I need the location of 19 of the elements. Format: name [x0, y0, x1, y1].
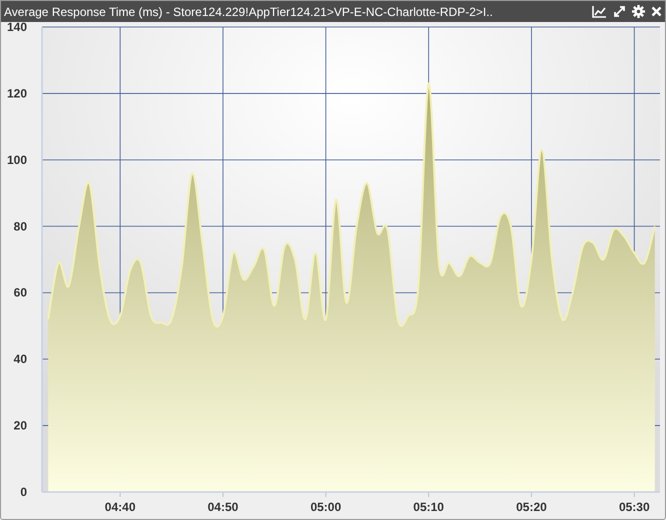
y-tick-label: 120	[6, 86, 27, 100]
y-tick-label: 100	[6, 152, 27, 167]
y-tick-label: 140	[6, 22, 27, 34]
expand-icon[interactable]	[613, 5, 626, 18]
window-title: Average Response Time (ms) - Store124.229!AppTier124.21>VP-E-NC-Charlotte-RDP-2>I..	[4, 4, 494, 20]
y-tick-label: 0	[20, 485, 27, 499]
settings-icon[interactable]	[632, 5, 645, 18]
y-tick-label: 20	[14, 418, 27, 433]
y-tick-label: 60	[14, 286, 27, 300]
x-tick-label: 04:40	[104, 500, 136, 514]
x-tick-label: 05:10	[413, 500, 444, 514]
y-tick-label: 80	[14, 219, 27, 234]
x-tick-label: 05:30	[618, 500, 650, 514]
close-icon[interactable]	[651, 6, 662, 17]
y-tick-label: 40	[14, 352, 27, 366]
x-tick-label: 05:20	[516, 500, 547, 514]
line-chart-icon[interactable]	[592, 5, 607, 18]
x-tick-label: 05:00	[310, 500, 342, 514]
x-tick-label: 04:50	[208, 500, 238, 514]
